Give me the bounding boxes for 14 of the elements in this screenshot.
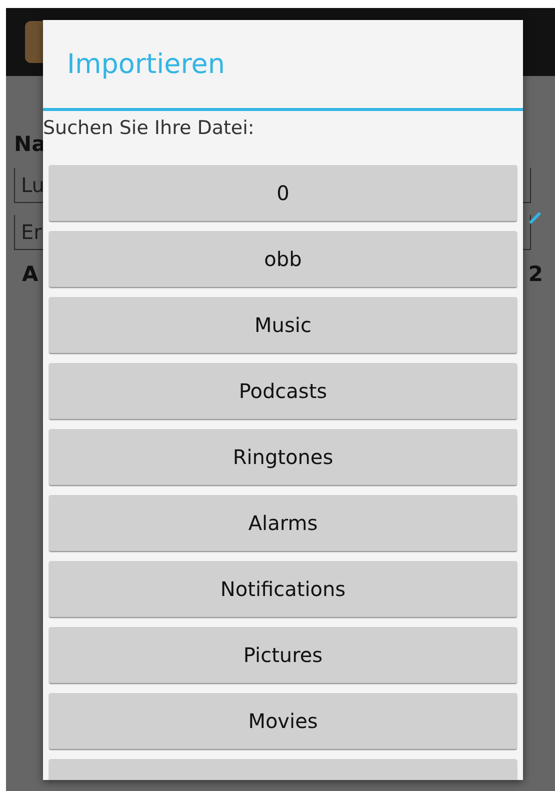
pencil-icon (528, 211, 542, 225)
folder-button[interactable]: Notifications (49, 561, 517, 617)
label-text: A (22, 262, 38, 286)
folder-button[interactable]: 0 (49, 165, 517, 221)
folder-button[interactable]: Ringtones (49, 429, 517, 485)
value-text: 2 (528, 262, 543, 286)
folder-button[interactable]: Movies (49, 693, 517, 749)
folder-button[interactable]: obb (49, 231, 517, 287)
dialog-title: Importieren (43, 20, 523, 111)
folder-button[interactable]: Alarms (49, 495, 517, 551)
folder-button[interactable]: Podcasts (49, 363, 517, 419)
dialog-message: Suchen Sie Ihre Datei: (43, 116, 254, 139)
folder-button[interactable]: Music (49, 297, 517, 353)
folder-button[interactable]: Pictures (49, 627, 517, 683)
